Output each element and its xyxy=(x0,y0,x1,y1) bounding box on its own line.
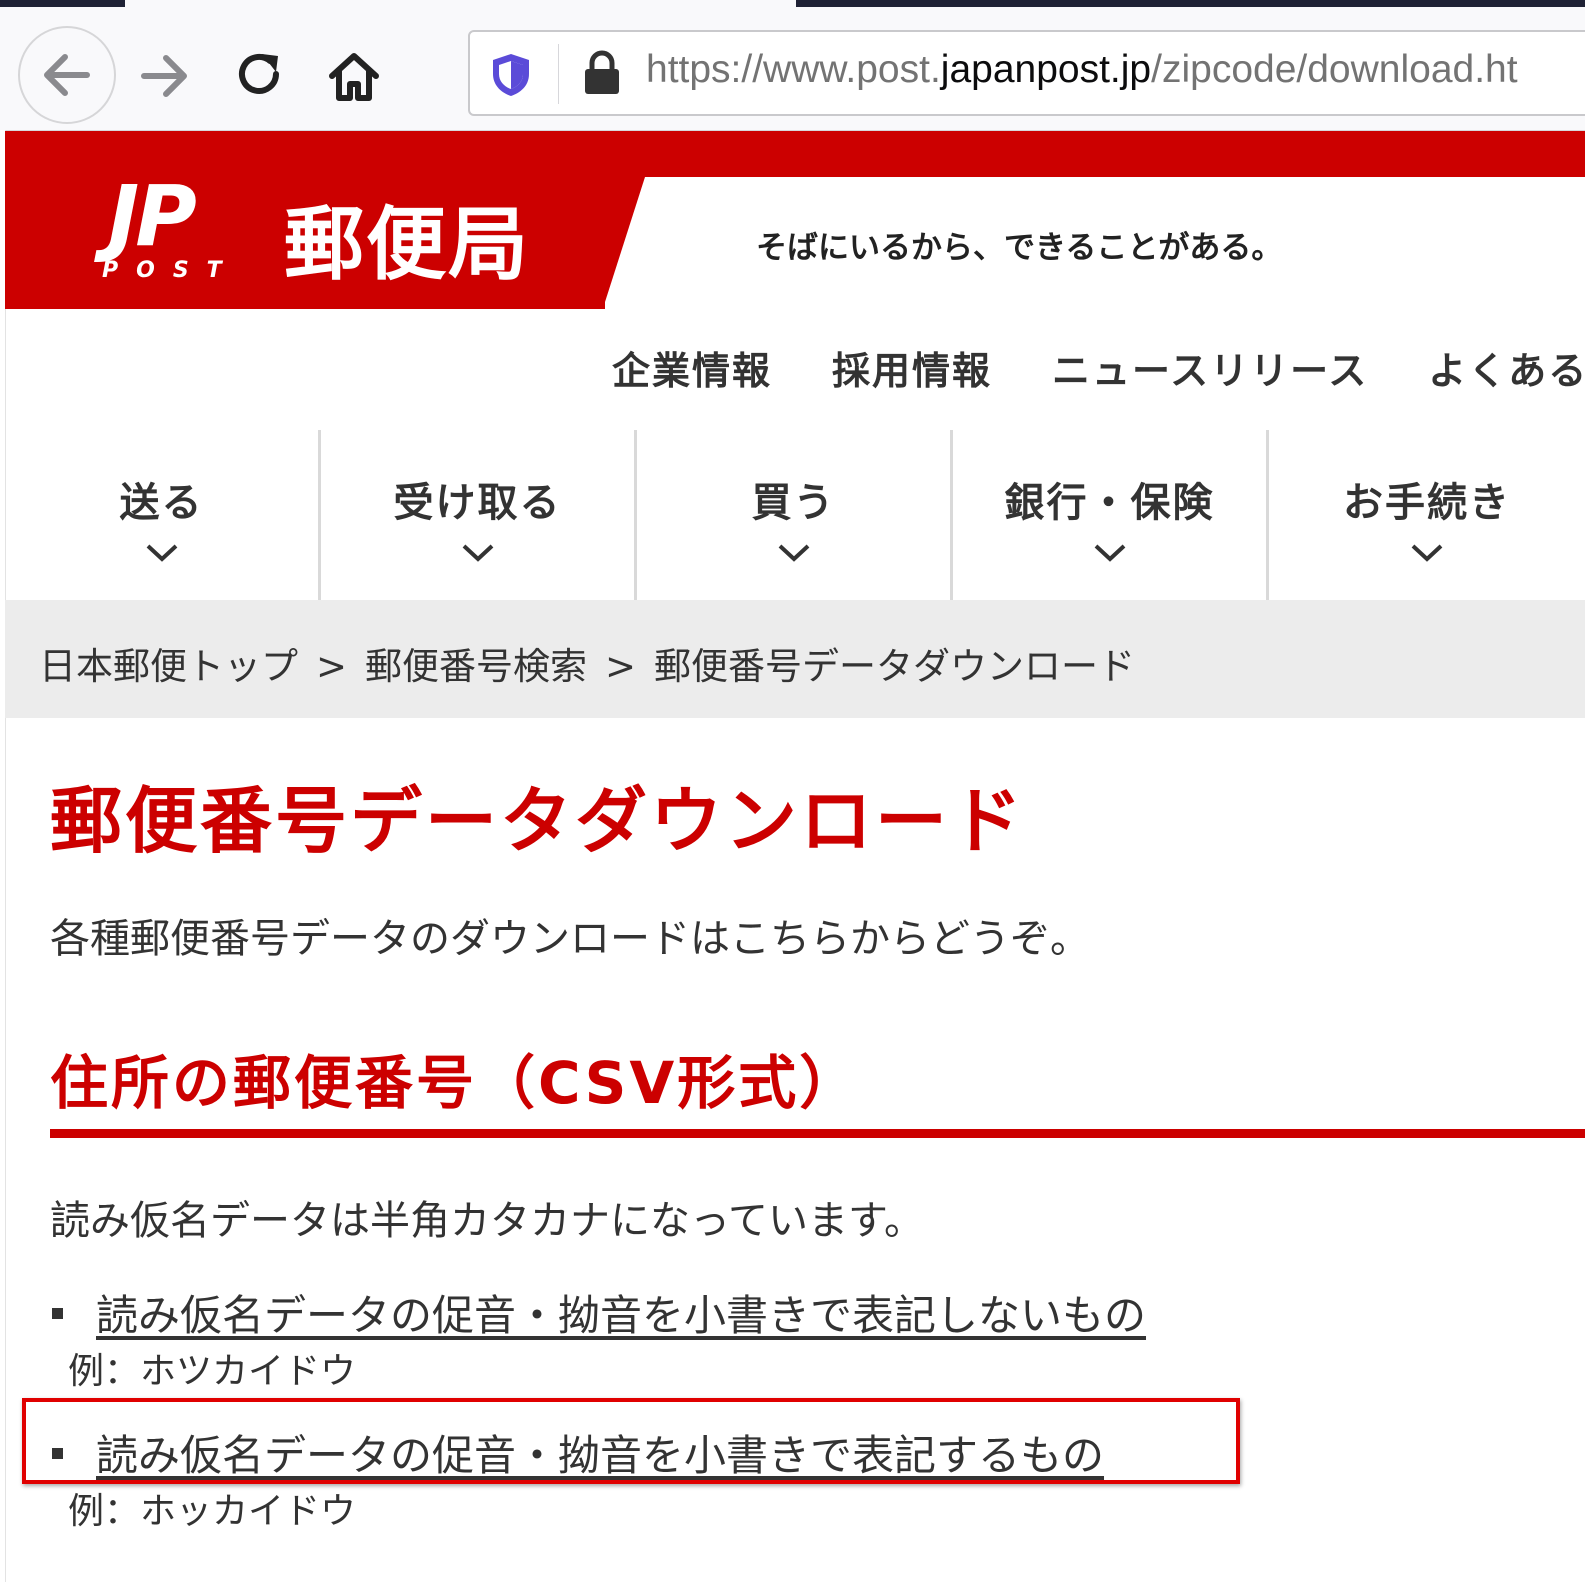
intro-text: 各種郵便番号データのダウンロードはこちらからどうぞ。 xyxy=(50,916,1090,962)
utility-link-corporate[interactable]: 企業情報 xyxy=(612,340,772,395)
nav-label: 買う xyxy=(751,480,836,526)
nav-label: 銀行・保険 xyxy=(1004,480,1215,526)
url-suffix: /zipcode/download.ht xyxy=(1151,48,1518,91)
section-rule xyxy=(50,1129,1585,1138)
chevron-down-icon xyxy=(778,544,809,562)
utility-nav: 企業情報 採用情報 ニュースリリース よくあるご xyxy=(612,340,1585,395)
reload-button[interactable] xyxy=(212,28,308,124)
tab-strip xyxy=(0,0,1585,8)
url-separator xyxy=(558,44,559,104)
chevron-down-icon xyxy=(1094,544,1125,562)
chevron-down-icon xyxy=(462,544,493,562)
nav-item-receive[interactable]: 受け取る xyxy=(321,430,638,600)
breadcrumb-separator: > xyxy=(316,645,348,688)
lock-icon[interactable] xyxy=(582,50,622,96)
reload-icon xyxy=(239,54,279,94)
url-domain: japanpost.jp xyxy=(940,48,1152,91)
bullet xyxy=(52,1308,63,1319)
page-title: 郵便番号データダウンロード xyxy=(50,779,1026,863)
utility-link-news[interactable]: ニュースリリース xyxy=(1052,340,1368,395)
tagline: そばにいるから、できることがある。 xyxy=(756,230,1283,266)
back-button[interactable] xyxy=(18,26,116,124)
url-prefix: https://www.post. xyxy=(646,48,941,91)
home-icon xyxy=(329,53,379,101)
breadcrumb-item-top[interactable]: 日本郵便トップ xyxy=(39,645,298,688)
tab-strip-right xyxy=(796,0,1585,7)
nav-item-bank-insurance[interactable]: 銀行・保険 xyxy=(953,430,1270,600)
utility-link-faq[interactable]: よくあるご xyxy=(1428,340,1585,395)
forward-button[interactable] xyxy=(116,28,212,124)
browser-toolbar: https://www.post.japanpost.jp/zipcode/do… xyxy=(0,8,1585,131)
chevron-down-icon xyxy=(146,544,177,562)
left-edge xyxy=(0,130,6,1582)
breadcrumb-item-current: 郵便番号データダウンロード xyxy=(654,645,1136,688)
tab-strip-left xyxy=(0,0,125,7)
main-nav: 送る 受け取る 買う 銀行・保険 お手続き xyxy=(5,430,1585,600)
forward-icon xyxy=(141,55,187,97)
breadcrumb-item-search[interactable]: 郵便番号検索 xyxy=(365,645,587,688)
tracking-shield-icon[interactable] xyxy=(490,52,532,98)
jp-post-logo[interactable]: JP POST xyxy=(102,167,222,283)
example-text: 例：ホツカイドウ xyxy=(68,1351,357,1392)
utility-link-recruit[interactable]: 採用情報 xyxy=(832,340,992,395)
download-link-no-small-kana[interactable]: 読み仮名データの促音・拗音を小書きで表記しないもの xyxy=(96,1282,1146,1343)
breadcrumb: 日本郵便トップ > 郵便番号検索 > 郵便番号データダウンロード xyxy=(5,600,1585,718)
nav-item-buy[interactable]: 買う xyxy=(637,430,954,600)
home-button[interactable] xyxy=(306,28,402,124)
chevron-down-icon xyxy=(1411,544,1443,562)
logo-name[interactable]: 郵便局 xyxy=(284,180,530,296)
url-text[interactable]: https://www.post.japanpost.jp/zipcode/do… xyxy=(646,48,1518,92)
breadcrumb-trail: 日本郵便トップ > 郵便番号検索 > 郵便番号データダウンロード xyxy=(39,636,1135,690)
url-bar[interactable]: https://www.post.japanpost.jp/zipcode/do… xyxy=(468,30,1585,116)
nav-label: お手続き xyxy=(1343,480,1512,526)
nav-label: 送る xyxy=(119,480,204,526)
back-icon xyxy=(44,54,90,96)
example-text: 例：ホッカイドウ xyxy=(68,1491,357,1532)
nav-item-procedures[interactable]: お手続き xyxy=(1269,430,1585,600)
logo-post: POST xyxy=(102,258,240,283)
breadcrumb-separator: > xyxy=(605,645,637,688)
kana-note: 読み仮名データは半角カタカナになっています。 xyxy=(50,1198,924,1244)
logo-jp: JP xyxy=(108,167,197,265)
nav-item-send[interactable]: 送る xyxy=(5,430,322,600)
section-title: 住所の郵便番号（CSV形式） xyxy=(50,1049,861,1117)
nav-label: 受け取る xyxy=(393,480,562,526)
highlight-box xyxy=(22,1398,1240,1484)
